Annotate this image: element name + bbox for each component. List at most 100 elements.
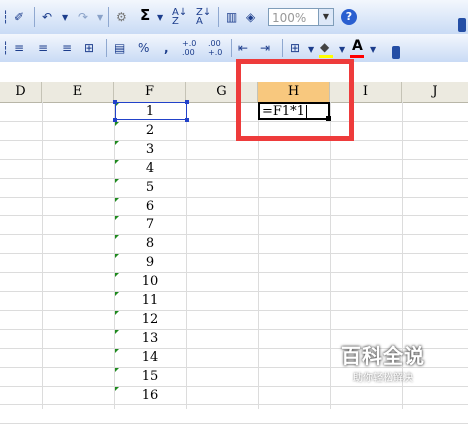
- number-as-text-marker: [115, 292, 119, 296]
- fill-color-swatch: [319, 55, 333, 58]
- grid-row-line: [0, 121, 468, 122]
- increase-indent-icon[interactable]: ⇥: [260, 40, 270, 56]
- zoom-dropdown-icon[interactable]: ▼: [318, 9, 333, 25]
- comma-style-button[interactable]: ,: [164, 40, 169, 56]
- cell-f2[interactable]: 2: [114, 121, 186, 140]
- cell-f7[interactable]: 7: [114, 215, 186, 234]
- format-painter-icon[interactable]: ✐: [14, 9, 24, 25]
- grid-row-line: [0, 404, 468, 405]
- number-as-text-marker: [115, 160, 119, 164]
- grid-row-line: [0, 159, 468, 160]
- grid-column-line: [42, 102, 43, 409]
- redo-icon[interactable]: ↷: [78, 9, 88, 25]
- cell-f13[interactable]: 13: [114, 329, 186, 348]
- autosum-dropdown-icon[interactable]: ▼: [157, 10, 163, 26]
- number-as-text-marker: [115, 179, 119, 183]
- autosum-icon[interactable]: Σ: [140, 7, 150, 23]
- currency-icon[interactable]: ▤: [114, 40, 125, 56]
- increase-decimal-button[interactable]: +.0 .00: [182, 39, 204, 57]
- cell-f12[interactable]: 12: [114, 310, 186, 329]
- borders-icon[interactable]: ⊞: [290, 40, 300, 56]
- number-as-text-marker: [115, 273, 119, 277]
- drawing-icon[interactable]: ◈: [246, 9, 255, 25]
- align-center-icon[interactable]: ≡: [38, 40, 48, 56]
- grid-row-line: [0, 178, 468, 179]
- align-right-icon[interactable]: ≡: [62, 40, 72, 56]
- grid-row-line: [0, 272, 468, 273]
- cell-f4[interactable]: 4: [114, 159, 186, 178]
- grid-row-line: [0, 291, 468, 292]
- toolbar-options-icon[interactable]: [458, 18, 466, 32]
- selection-handle[interactable]: [113, 118, 117, 122]
- merge-center-icon[interactable]: ⊞: [84, 40, 94, 56]
- number-as-text-marker: [115, 311, 119, 315]
- number-as-text-marker: [115, 368, 119, 372]
- grid-row-line: [0, 197, 468, 198]
- align-left-icon[interactable]: ≡: [14, 40, 24, 56]
- undo-icon[interactable]: ↶: [42, 9, 52, 25]
- number-as-text-marker: [115, 387, 119, 391]
- cell-selection-f1: [113, 100, 189, 122]
- font-color-button[interactable]: A: [352, 38, 363, 54]
- grid-column-line: [186, 102, 187, 409]
- toolbar-separator-icon: ┆: [2, 10, 10, 24]
- column-header-row: D E F G H I J: [0, 82, 468, 103]
- cell-f9[interactable]: 9: [114, 253, 186, 272]
- grid-row-line: [0, 234, 468, 235]
- cell-f16[interactable]: 16: [114, 386, 186, 405]
- cell-f15[interactable]: 15: [114, 367, 186, 386]
- selection-handle[interactable]: [113, 100, 117, 104]
- grid-row-line: [0, 329, 468, 330]
- percent-style-button[interactable]: %: [138, 40, 149, 56]
- fill-color-dropdown-icon[interactable]: ▼: [339, 42, 345, 58]
- toolbar-options-icon[interactable]: [392, 46, 400, 59]
- decrease-indent-icon[interactable]: ⇤: [238, 40, 248, 56]
- chart-wizard-icon[interactable]: ▥: [226, 9, 237, 25]
- cell-f11[interactable]: 11: [114, 291, 186, 310]
- cell-f6[interactable]: 6: [114, 197, 186, 216]
- selection-handle[interactable]: [185, 100, 189, 104]
- number-as-text-marker: [115, 235, 119, 239]
- help-icon[interactable]: ?: [341, 9, 357, 25]
- separator: [231, 39, 232, 57]
- redo-dropdown-icon[interactable]: ▼: [97, 10, 103, 26]
- number-as-text-marker: [115, 216, 119, 220]
- number-as-text-marker: [115, 141, 119, 145]
- undo-dropdown-icon[interactable]: ▼: [62, 10, 68, 26]
- borders-dropdown-icon[interactable]: ▼: [308, 42, 314, 58]
- watermark-logo: 百科全说 助你轻松解决: [338, 340, 428, 384]
- decrease-decimal-button[interactable]: .00 +.0: [208, 39, 230, 57]
- formula-bar-area: [0, 62, 468, 82]
- watermark-title: 百科全说: [341, 344, 425, 368]
- cell-f5[interactable]: 5: [114, 178, 186, 197]
- font-color-swatch: [350, 55, 364, 58]
- red-highlight-box: [236, 59, 354, 141]
- toolbar-separator-icon: ┆: [2, 41, 10, 55]
- font-color-dropdown-icon[interactable]: ▼: [370, 42, 376, 58]
- zoom-select[interactable]: 100% ▼: [268, 8, 334, 26]
- grid-row-line: [0, 140, 468, 141]
- number-as-text-marker: [115, 254, 119, 258]
- zoom-value: 100%: [272, 11, 307, 25]
- sort-descending-icon[interactable]: Z↓ A: [196, 8, 211, 27]
- selection-handle[interactable]: [185, 118, 189, 122]
- separator: [108, 7, 109, 27]
- grid-row-line: [0, 215, 468, 216]
- grid-row-line: [0, 310, 468, 311]
- cell-f8[interactable]: 8: [114, 234, 186, 253]
- cell-f14[interactable]: 14: [114, 348, 186, 367]
- hyperlink-icon[interactable]: ⚙: [116, 9, 127, 25]
- fill-color-icon[interactable]: ◆: [320, 39, 329, 55]
- column-header-d[interactable]: D: [0, 82, 42, 102]
- column-header-j[interactable]: J: [402, 82, 468, 102]
- separator: [106, 39, 107, 57]
- cell-f3[interactable]: 3: [114, 140, 186, 159]
- formatting-toolbar: ┆ ≡ ≡ ≡ ⊞ ▤ % , +.0 .00 .00 +.0 ⇤ ⇥ ⊞ ▼ …: [0, 34, 468, 63]
- column-header-f[interactable]: F: [114, 82, 186, 102]
- standard-toolbar: ┆ ✐ ↶ ▼ ↷ ▼ ⚙ Σ ▼ A↓ Z Z↓ A ▥ ◈ 100% ▼ ?: [0, 0, 468, 35]
- sort-ascending-icon[interactable]: A↓ Z: [172, 8, 187, 27]
- number-as-text-marker: [115, 198, 119, 202]
- separator: [282, 39, 283, 57]
- column-header-e[interactable]: E: [42, 82, 114, 102]
- cell-f10[interactable]: 10: [114, 272, 186, 291]
